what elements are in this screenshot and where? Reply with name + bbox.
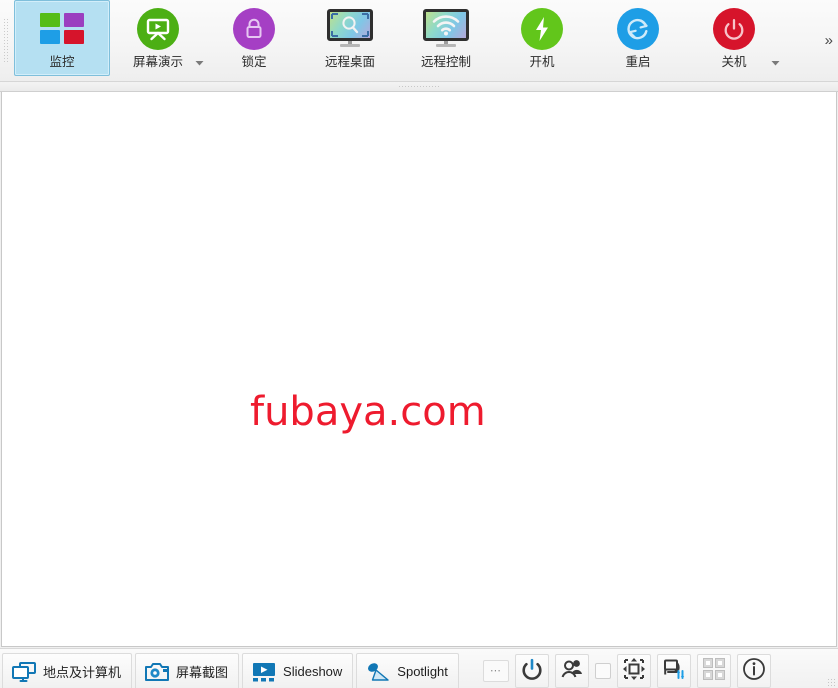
tab-label: Spotlight (397, 664, 448, 679)
ribbon-button-label: 锁定 (241, 55, 267, 69)
info-icon (742, 657, 766, 686)
ribbon-button-label: 开机 (529, 55, 555, 69)
top-ribbon-toolbar: 监控 屏幕演示 锁定 远程桌面 远程控制 开机 重启 关机 » (0, 0, 838, 82)
grid-layout-icon (702, 657, 726, 686)
monitors-icon (11, 660, 37, 684)
application-window: 监控 屏幕演示 锁定 远程桌面 远程控制 开机 重启 关机 » fubaya.c… (0, 0, 838, 688)
watermark-text: fubaya.com (250, 389, 486, 435)
ribbon-button-remote-control[interactable]: 远程控制 (398, 0, 494, 76)
monitor-canvas[interactable]: fubaya.com (1, 92, 837, 647)
expand-arrows-icon (622, 657, 646, 686)
power-actions-button[interactable] (514, 654, 549, 688)
slideshow-icon (251, 660, 277, 684)
refresh-icon (615, 6, 661, 52)
chevron-down-icon[interactable] (195, 60, 204, 66)
spotlight-icon (365, 660, 391, 684)
tab-label: 地点及计算机 (43, 665, 122, 680)
presentation-icon (135, 6, 181, 52)
bolt-icon (519, 6, 565, 52)
file-transfer-icon (662, 658, 686, 685)
users-button[interactable] (554, 654, 589, 688)
tab-spotlight[interactable]: Spotlight (356, 653, 459, 688)
monitor-search-icon (327, 6, 373, 52)
splitter-grip-dots[interactable] (398, 85, 440, 89)
ribbon-splitter[interactable] (0, 82, 838, 92)
ribbon-button-lock[interactable]: 锁定 (206, 0, 302, 76)
tab-screenshot[interactable]: 屏幕截图 (135, 653, 240, 688)
ribbon-button-label: 远程控制 (420, 55, 471, 69)
camera-icon (144, 660, 170, 684)
chevron-down-icon[interactable] (771, 60, 780, 66)
ribbon-overflow-button[interactable]: » (825, 32, 833, 49)
tab-label: 屏幕截图 (176, 665, 229, 680)
bottom-toolbar: 地点及计算机 屏幕截图 Slideshow Spotlight ⋯ (0, 648, 838, 688)
tab-slideshow[interactable]: Slideshow (242, 653, 354, 688)
grid-layout-button[interactable] (696, 654, 731, 688)
ribbon-button-label: 重启 (625, 55, 651, 69)
ribbon-button-monitor[interactable]: 监控 (14, 0, 110, 76)
fit-to-screen-button[interactable] (616, 654, 651, 688)
resize-grip[interactable] (827, 678, 836, 687)
ribbon-button-label: 关机 (721, 55, 747, 69)
tab-label: Slideshow (283, 664, 343, 679)
ribbon-button-power-on[interactable]: 开机 (494, 0, 590, 76)
ribbon-drag-grip[interactable] (3, 18, 10, 62)
power-button-icon (520, 657, 544, 686)
main-content-area: fubaya.com (0, 92, 838, 648)
power-icon (711, 6, 757, 52)
ribbon-button-restart[interactable]: 重启 (590, 0, 686, 76)
ribbon-button-remote-desktop[interactable]: 远程桌面 (302, 0, 398, 76)
more-options-button[interactable]: ⋯ (482, 660, 509, 682)
monitor-wifi-icon (423, 6, 469, 52)
tab-sites-and-computers[interactable]: 地点及计算机 (2, 653, 133, 688)
ribbon-button-label: 监控 (49, 55, 75, 69)
ribbon-button-label: 屏幕演示 (132, 55, 183, 69)
select-all-checkbox[interactable] (594, 663, 611, 679)
ribbon-button-shutdown[interactable]: 关机 (686, 0, 782, 76)
users-icon (560, 658, 584, 685)
tiles-monitor-icon (39, 6, 85, 52)
ellipsis-icon: ⋯ (489, 665, 502, 677)
file-transfer-button[interactable] (656, 654, 691, 688)
ribbon-button-label: 远程桌面 (324, 55, 375, 69)
info-button[interactable] (736, 654, 771, 688)
ribbon-button-screen-demo[interactable]: 屏幕演示 (110, 0, 206, 76)
lock-icon (231, 6, 277, 52)
